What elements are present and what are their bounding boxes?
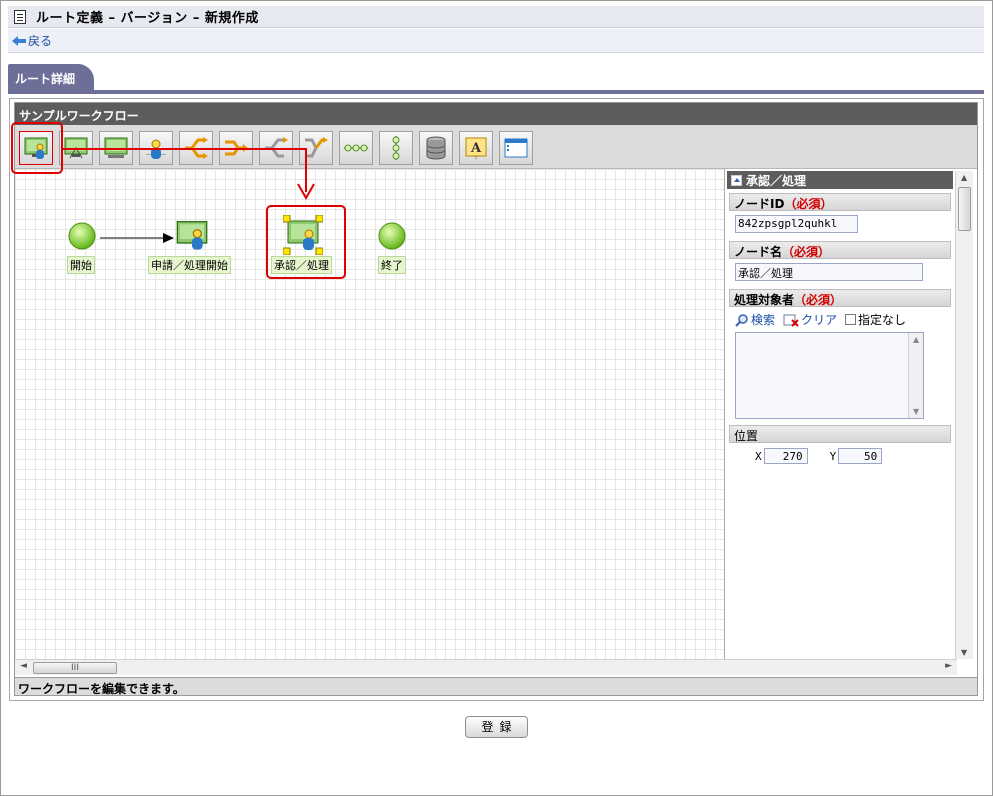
vertical-line-tool[interactable] xyxy=(379,131,413,165)
node-id-label: ノードID xyxy=(734,197,785,211)
end-node-label: 終了 xyxy=(378,256,406,274)
approve-node-icon xyxy=(104,137,128,158)
canvas-horizontal-scrollbar[interactable]: ◄ III ► xyxy=(15,659,957,675)
apply-node-label: 申請／処理開始 xyxy=(148,256,231,274)
scroll-up-icon[interactable]: ▲ xyxy=(961,173,967,182)
approve-node-label: 承認／処理 xyxy=(271,256,332,274)
target-list-scrollbar[interactable]: ▲ ▼ xyxy=(908,333,923,418)
tab-strip: ルート詳細 xyxy=(8,64,984,94)
back-bar: 戻る xyxy=(8,29,984,53)
database-icon xyxy=(426,136,446,160)
approve-node-tool[interactable] xyxy=(99,131,133,165)
node-id-field[interactable]: 842zpsgpl2quhkl xyxy=(735,215,858,233)
target-label: 処理対象者 xyxy=(734,293,795,307)
vertical-line-icon xyxy=(392,136,400,160)
branch-node-icon xyxy=(185,137,208,159)
unspecified-checkbox[interactable] xyxy=(845,314,857,325)
target-actions: 検索 クリア 指定なし xyxy=(735,311,953,328)
scroll-left-icon[interactable]: ◄ xyxy=(20,661,27,671)
horizontal-scroll-thumb[interactable]: III xyxy=(33,662,117,674)
scroll-down-icon[interactable]: ▼ xyxy=(961,648,967,657)
database-tool[interactable] xyxy=(419,131,453,165)
user-node-tool[interactable] xyxy=(139,131,173,165)
position-fields: X 270 Y 50 xyxy=(755,448,953,464)
node-name-label: ノード名 xyxy=(734,245,783,259)
workflow-canvas[interactable]: 開始 申請／処理開始 承認／処理 終了 xyxy=(15,169,725,659)
unspecified-label: 指定なし xyxy=(858,313,907,327)
properties-title: 承認／処理 xyxy=(746,173,807,188)
process-node-tool[interactable] xyxy=(19,131,53,165)
workflow-status: ワークフローを編集できます。 xyxy=(15,677,977,696)
apply-node-icon xyxy=(64,137,88,159)
start-node[interactable] xyxy=(67,221,97,251)
x-field[interactable]: 270 xyxy=(763,448,808,464)
properties-panel: 承認／処理 ノードID（必須） 842zpsgpl2quhkl ノード名（必須）… xyxy=(727,171,953,659)
tab-route-detail[interactable]: ルート詳細 xyxy=(8,64,94,90)
register-button[interactable]: 登録 xyxy=(465,716,528,738)
frame-icon xyxy=(504,138,528,158)
position-section: 位置 xyxy=(729,425,951,443)
user-node-icon xyxy=(146,139,166,159)
scroll-down-icon[interactable]: ▼ xyxy=(913,407,919,416)
node-toolbar: A xyxy=(15,125,977,169)
merge-node-tool[interactable] xyxy=(259,131,293,165)
search-icon[interactable] xyxy=(735,313,749,327)
node-name-section: ノード名（必須） xyxy=(729,241,951,259)
target-list[interactable]: ▲ ▼ xyxy=(735,332,924,419)
node-name-field[interactable]: 承認／処理 xyxy=(735,263,923,281)
horizontal-line-icon xyxy=(344,144,368,152)
properties-header[interactable]: 承認／処理 xyxy=(727,171,953,189)
required-mark: （必須） xyxy=(784,197,833,211)
scroll-up-icon[interactable]: ▲ xyxy=(913,335,919,344)
clear-icon[interactable] xyxy=(783,313,799,327)
node-id-section: ノードID（必須） xyxy=(729,193,951,211)
branch-node-tool[interactable] xyxy=(179,131,213,165)
branch-all-node-icon xyxy=(225,140,248,156)
join-node-icon xyxy=(305,137,328,158)
title-bar: ルート定義 – バージョン – 新規作成 xyxy=(8,6,984,28)
horizontal-line-tool[interactable] xyxy=(339,131,373,165)
canvas-connectors xyxy=(100,233,174,243)
approve-node[interactable] xyxy=(282,214,324,256)
end-node[interactable] xyxy=(377,221,407,251)
back-link[interactable]: 戻る xyxy=(28,32,52,49)
clear-link[interactable]: クリア xyxy=(801,311,837,328)
workflow-editor: サンプルワークフロー A 開始 申請／処理開始 承認／処理 終了 承認／処理 ノ… xyxy=(14,102,978,696)
scroll-right-icon[interactable]: ► xyxy=(945,661,952,671)
document-icon xyxy=(14,9,26,24)
y-label: Y xyxy=(829,449,837,463)
y-field[interactable]: 50 xyxy=(838,448,883,464)
merge-node-icon xyxy=(265,137,288,158)
branch-all-node-tool[interactable] xyxy=(219,131,253,165)
x-label: X xyxy=(755,449,762,463)
join-node-tool[interactable] xyxy=(299,131,333,165)
route-detail-panel: サンプルワークフロー A 開始 申請／処理開始 承認／処理 終了 承認／処理 ノ… xyxy=(9,98,984,701)
position-label: 位置 xyxy=(734,429,759,443)
search-link[interactable]: 検索 xyxy=(751,311,775,328)
process-node-icon xyxy=(24,137,48,159)
text-annotation-icon: A xyxy=(465,137,487,160)
apply-node-tool[interactable] xyxy=(59,131,93,165)
selected-person-terminal-icon xyxy=(282,214,324,256)
end-circle-icon xyxy=(378,222,406,250)
properties-scrollbar[interactable]: ▲ ▼ xyxy=(955,171,973,659)
vertical-scroll-thumb[interactable] xyxy=(958,187,971,231)
svg-text:A: A xyxy=(470,141,482,156)
start-node-label: 開始 xyxy=(67,256,95,274)
collapse-icon[interactable] xyxy=(731,174,742,186)
target-section: 処理対象者（必須） xyxy=(729,289,951,307)
apply-node[interactable] xyxy=(175,219,209,253)
person-terminal-icon xyxy=(176,221,208,250)
text-annotation-tool[interactable]: A xyxy=(459,131,493,165)
page-title: ルート定義 – バージョン – 新規作成 xyxy=(36,11,259,26)
back-arrow-icon[interactable] xyxy=(12,35,26,46)
start-circle-icon xyxy=(68,222,96,250)
frame-tool[interactable] xyxy=(499,131,533,165)
required-mark: （必須） xyxy=(794,293,843,307)
workflow-name: サンプルワークフロー xyxy=(15,103,977,125)
required-mark: （必須） xyxy=(782,245,831,259)
